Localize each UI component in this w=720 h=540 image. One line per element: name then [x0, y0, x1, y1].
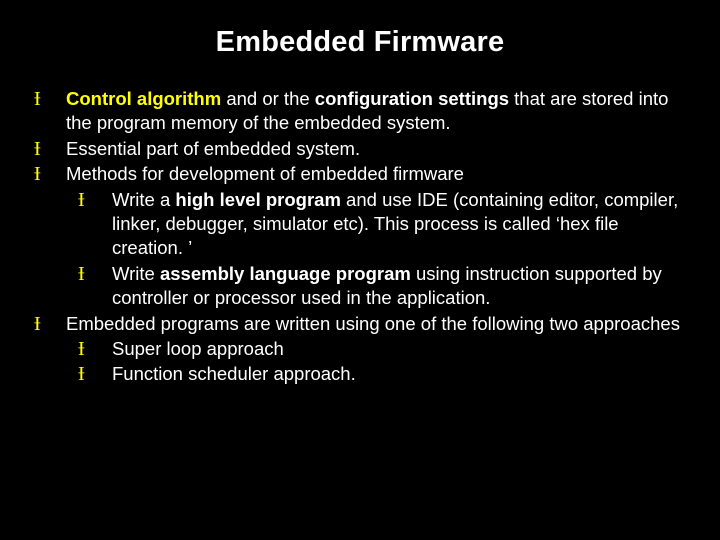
list-item-text: Super loop approach [112, 338, 284, 359]
list-item-text: Embedded programs are written using one … [66, 313, 680, 334]
list-item: Ɨ Embedded programs are written using one… [34, 312, 690, 336]
bullet-icon: Ɨ [78, 362, 85, 387]
list-item: Ɨ Write assembly language program using i… [78, 262, 690, 311]
list-item: Ɨ Function scheduler approach. [78, 362, 690, 386]
bullet-icon: Ɨ [34, 87, 41, 112]
sub-list: Ɨ Super loop approach Ɨ Function scheduler … [78, 337, 690, 387]
bullet-icon: Ɨ [78, 262, 85, 287]
bullet-list: Ɨ Control algorithm and or the configurat… [30, 87, 690, 387]
slide: Embedded Firmware Ɨ Control algorithm and… [0, 0, 720, 540]
bullet-icon: Ɨ [34, 137, 41, 162]
list-item-text: Essential part of embedded system. [66, 138, 360, 159]
list-item-text: Methods for development of embedded firm… [66, 163, 464, 184]
list-item-text: Control algorithm and or the configurati… [66, 88, 668, 133]
list-item-text: Write a high level program and use IDE (… [112, 189, 678, 259]
sub-list: Ɨ Write a high level program and use IDE … [78, 188, 690, 311]
slide-title: Embedded Firmware [30, 26, 690, 59]
list-item-text: Function scheduler approach. [112, 363, 356, 384]
list-item: Ɨ Methods for development of embedded fir… [34, 162, 690, 186]
bullet-icon: Ɨ [78, 188, 85, 213]
list-item-text: Write assembly language program using in… [112, 263, 662, 308]
bullet-icon: Ɨ [78, 337, 85, 362]
list-item: Ɨ Control algorithm and or the configurat… [34, 87, 690, 136]
bullet-icon: Ɨ [34, 162, 41, 187]
list-item: Ɨ Write a high level program and use IDE … [78, 188, 690, 261]
bullet-icon: Ɨ [34, 312, 41, 337]
list-item: Ɨ Essential part of embedded system. [34, 137, 690, 161]
list-item: Ɨ Super loop approach [78, 337, 690, 361]
